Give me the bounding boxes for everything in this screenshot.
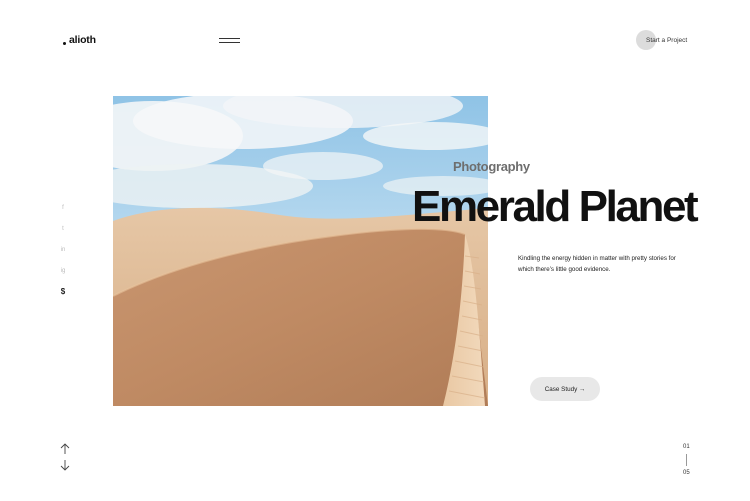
dribbble-icon[interactable]: $ (59, 287, 67, 296)
logo[interactable]: alioth (63, 34, 96, 46)
counter-divider (686, 454, 687, 466)
linkedin-icon[interactable]: in (59, 245, 67, 254)
facebook-icon[interactable]: f (59, 203, 67, 212)
arrow-down-icon[interactable] (60, 459, 70, 471)
case-study-button[interactable]: Case Study → (530, 377, 600, 401)
cta-label: Start a Project (646, 36, 688, 44)
project-description: Kindling the energy hidden in matter wit… (518, 255, 676, 273)
menu-line-bottom (219, 42, 240, 43)
arrow-up-icon[interactable] (60, 443, 70, 455)
logo-text: alioth (69, 34, 96, 46)
menu-line-top (219, 38, 240, 39)
logo-dot (63, 41, 66, 45)
project-title: Emerald Planet (412, 182, 699, 231)
start-project-button[interactable]: Start a Project (636, 30, 687, 50)
project-category: Photography (453, 159, 530, 174)
twitter-icon[interactable]: t (59, 224, 67, 233)
hero-image (113, 96, 488, 406)
slide-current: 01 (683, 444, 690, 450)
slide-total: 05 (683, 470, 690, 476)
desert-dune-photo (113, 96, 488, 406)
hamburger-menu-icon[interactable] (219, 36, 241, 46)
instagram-icon[interactable]: ig (59, 266, 67, 275)
